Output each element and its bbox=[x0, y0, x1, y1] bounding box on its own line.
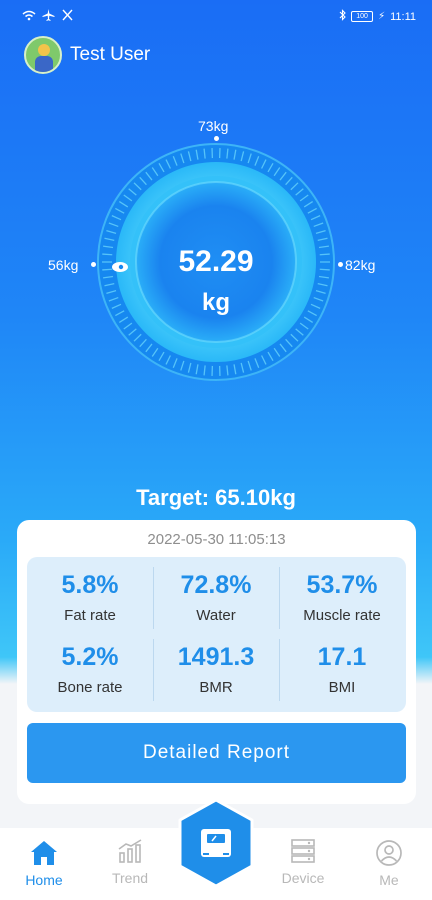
metric-value: 5.2% bbox=[61, 643, 119, 671]
weigh-button[interactable] bbox=[176, 798, 256, 888]
trend-icon bbox=[90, 836, 170, 866]
weight-unit: kg bbox=[201, 289, 230, 316]
nav-trend[interactable]: Trend bbox=[90, 836, 170, 886]
metric-value: 1491.3 bbox=[177, 643, 255, 671]
home-icon bbox=[4, 838, 84, 868]
status-time: 11:11 bbox=[390, 10, 416, 23]
avatar[interactable] bbox=[24, 36, 62, 74]
metric-label: BMR bbox=[199, 679, 233, 696]
user-header[interactable]: Test User bbox=[24, 36, 150, 74]
wifi-icon bbox=[22, 10, 36, 24]
user-name: Test User bbox=[70, 44, 151, 65]
metric-label: Bone rate bbox=[57, 679, 123, 696]
metric-muscle-rate[interactable]: 53.7% Muscle rate bbox=[279, 571, 405, 624]
nav-trend-label: Trend bbox=[111, 870, 149, 886]
detailed-report-button[interactable]: Detailed Report bbox=[27, 723, 406, 783]
weight-value: 52.29 bbox=[178, 245, 254, 278]
metric-value: 5.8% bbox=[61, 571, 119, 599]
nav-me-label: Me bbox=[379, 872, 399, 888]
scale-dot-top bbox=[214, 136, 219, 141]
metric-bmr[interactable]: 1491.3 BMR bbox=[153, 643, 279, 696]
metric-label: Fat rate bbox=[64, 607, 116, 624]
profile-icon bbox=[349, 838, 429, 868]
measurement-timestamp: 2022-05-30 11:05:13 bbox=[147, 531, 286, 548]
metric-fat-rate[interactable]: 5.8% Fat rate bbox=[27, 571, 153, 624]
metric-value: 72.8% bbox=[180, 571, 252, 599]
metric-bone-rate[interactable]: 5.2% Bone rate bbox=[27, 643, 153, 696]
device-icon bbox=[263, 836, 343, 866]
scale-label-top: 73kg bbox=[198, 118, 229, 134]
scale-icon bbox=[201, 829, 231, 857]
metric-label: Water bbox=[196, 607, 236, 624]
metric-water[interactable]: 72.8% Water bbox=[153, 571, 279, 624]
nav-device-label: Device bbox=[281, 870, 325, 886]
metric-label: Muscle rate bbox=[303, 607, 381, 624]
nav-home-label: Home bbox=[25, 872, 63, 888]
nav-me[interactable]: Me bbox=[349, 838, 429, 888]
charging-icon: ⚡ bbox=[378, 11, 386, 22]
airplane-icon bbox=[42, 9, 55, 24]
metric-value: 17.1 bbox=[317, 643, 367, 671]
metric-label: BMI bbox=[328, 679, 356, 696]
battery-icon: 100 bbox=[351, 11, 374, 22]
no-signal-icon bbox=[61, 9, 74, 24]
metric-value: 53.7% bbox=[306, 571, 378, 599]
nav-home[interactable]: Home bbox=[4, 838, 84, 888]
nav-device[interactable]: Device bbox=[263, 836, 343, 886]
status-bar: 100 ⚡ 11:11 bbox=[0, 0, 432, 32]
target-weight: Target: 65.10kg bbox=[136, 485, 296, 510]
bluetooth-icon bbox=[339, 9, 346, 24]
metric-bmi[interactable]: 17.1 BMI bbox=[279, 643, 405, 696]
measurement-card: 2022-05-30 11:05:13 5.8% Fat rate 72.8% … bbox=[17, 520, 416, 804]
metrics-panel[interactable]: 5.8% Fat rate 72.8% Water 53.7% Muscle r… bbox=[27, 557, 406, 712]
